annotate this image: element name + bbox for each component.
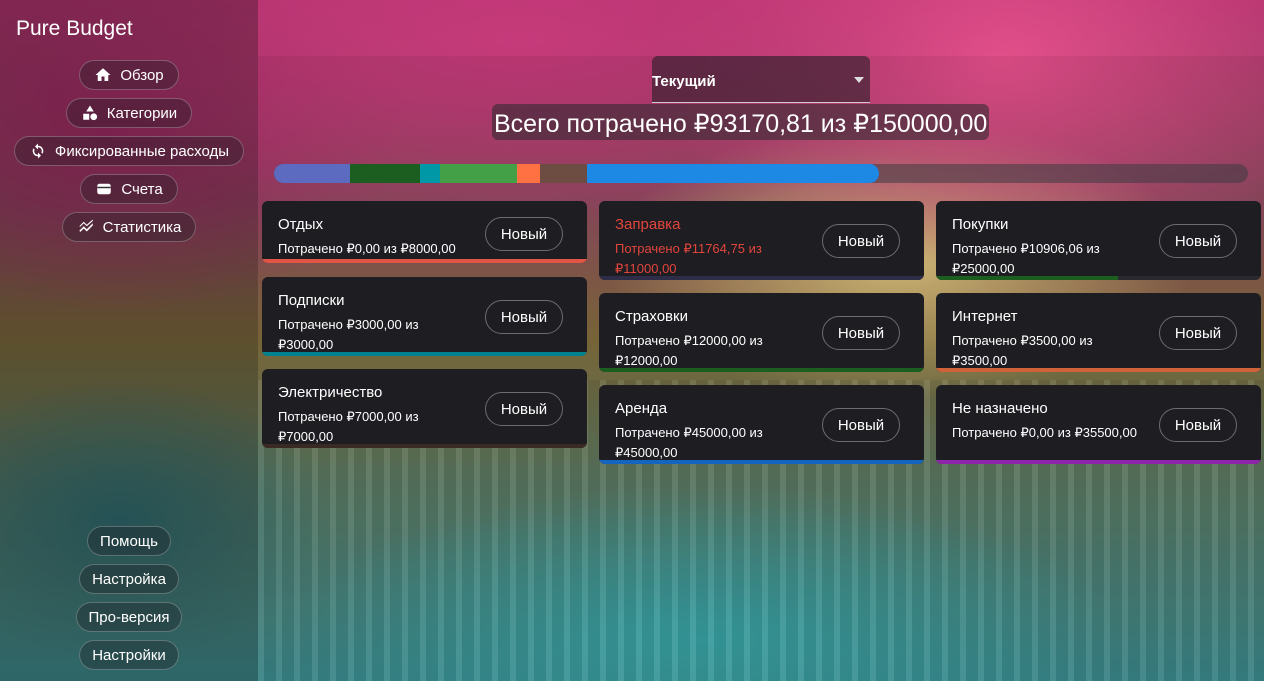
category-card-shopping[interactable]: Покупки Потрачено ₽10906,06 из ₽25000,00…: [936, 201, 1261, 280]
setup-button[interactable]: Настройка: [79, 564, 179, 594]
refresh-icon: [32, 143, 44, 159]
period-dropdown[interactable]: Текущий: [652, 56, 870, 103]
budget-bar-segment: [420, 164, 440, 183]
category-progress: [599, 276, 924, 280]
category-card-rent[interactable]: Аренда Потрачено ₽45000,00 из ₽45000,00 …: [599, 385, 924, 464]
category-progress-fill: [262, 352, 587, 356]
category-spent: Потрачено ₽12000,00 из ₽12000,00: [615, 333, 763, 368]
pro-version-button[interactable]: Про-версия: [75, 602, 183, 632]
settings-label: Настройки: [92, 646, 166, 664]
main-nav: Обзор Категории Фиксированные расходы Сч…: [0, 60, 258, 250]
new-expense-button[interactable]: Новый: [1159, 224, 1237, 258]
category-progress-fill: [936, 276, 1118, 280]
budget-bar-segment: [586, 164, 879, 183]
nav-statistics-button[interactable]: Статистика: [61, 212, 197, 242]
category-name: Электричество: [278, 384, 383, 401]
category-progress-fill: [936, 368, 1261, 372]
nav-statistics-label: Статистика: [102, 218, 182, 236]
new-expense-button[interactable]: Новый: [1159, 316, 1237, 350]
budget-bar-segment: [274, 164, 350, 183]
category-spent: Потрачено ₽0,00 из ₽35500,00: [952, 425, 1137, 440]
sidebar: Pure Budget Обзор Категории Фиксированны…: [0, 0, 258, 681]
category-progress: [599, 460, 924, 464]
total-spent-summary: Всего потрачено ₽93170,81 из ₽150000,00: [492, 104, 990, 140]
home-icon: [95, 68, 111, 81]
period-dropdown-value: Текущий: [652, 73, 716, 90]
help-button[interactable]: Помощь: [87, 526, 171, 556]
category-card-unassigned[interactable]: Не назначено Потрачено ₽0,00 из ₽35500,0…: [936, 385, 1261, 464]
main-panel: Текущий Всего потрачено ₽93170,81 из ₽15…: [258, 56, 1264, 681]
category-name: Интернет: [952, 308, 1018, 325]
wallet-icon: [97, 183, 112, 195]
category-spent: Потрачено ₽10906,06 из ₽25000,00: [952, 241, 1100, 276]
new-expense-button[interactable]: Новый: [1159, 408, 1237, 442]
shapes-icon: [83, 105, 97, 121]
new-expense-button[interactable]: Новый: [485, 217, 563, 251]
app-title: Pure Budget: [16, 17, 133, 40]
new-expense-button[interactable]: Новый: [822, 408, 900, 442]
category-progress: [936, 460, 1261, 464]
category-spent: Потрачено ₽3000,00 из ₽3000,00: [278, 317, 419, 352]
category-progress-fill: [599, 460, 924, 464]
budget-bar-segment: [517, 164, 540, 183]
pro-version-label: Про-версия: [88, 608, 170, 626]
nav-fixed-expenses-button[interactable]: Фиксированные расходы: [13, 136, 245, 166]
chart-icon: [78, 219, 93, 232]
category-progress-fill: [599, 368, 924, 372]
category-name: Аренда: [615, 400, 668, 417]
nav-accounts-label: Счета: [121, 180, 163, 198]
nav-overview-label: Обзор: [120, 66, 164, 84]
category-name: Заправка: [615, 216, 681, 233]
setup-label: Настройка: [92, 570, 166, 588]
bottom-nav: Помощь Настройка Про-версия Настройки: [0, 526, 258, 678]
category-card-rest[interactable]: Отдых Потрачено ₽0,00 из ₽8000,00 Новый: [262, 201, 587, 263]
category-progress-fill: [936, 460, 1261, 464]
category-card-subscriptions[interactable]: Подписки Потрачено ₽3000,00 из ₽3000,00 …: [262, 277, 587, 356]
category-name: Не назначено: [952, 400, 1048, 417]
category-progress: [936, 276, 1261, 280]
new-expense-button[interactable]: Новый: [822, 224, 900, 258]
budget-bar-segment: [439, 164, 518, 183]
chevron-down-icon: [854, 77, 864, 83]
category-card-internet[interactable]: Интернет Потрачено ₽3500,00 из ₽3500,00 …: [936, 293, 1261, 372]
category-progress-fill: [599, 276, 924, 280]
category-card-electricity[interactable]: Электричество Потрачено ₽7000,00 из ₽700…: [262, 369, 587, 448]
nav-accounts-button[interactable]: Счета: [80, 174, 178, 204]
new-expense-button[interactable]: Новый: [485, 392, 563, 426]
category-progress: [262, 444, 587, 448]
category-name: Подписки: [278, 292, 345, 309]
nav-categories-label: Категории: [106, 104, 178, 122]
category-progress: [262, 259, 587, 263]
category-name: Отдых: [278, 216, 324, 233]
nav-overview-button[interactable]: Обзор: [79, 60, 179, 90]
budget-progress-bar: [274, 164, 1248, 183]
nav-fixed-expenses-label: Фиксированные расходы: [54, 142, 230, 160]
category-progress: [262, 352, 587, 356]
category-progress-fill: [262, 444, 587, 448]
category-spent: Потрачено ₽11764,75 из ₽11000,00: [615, 241, 762, 276]
category-spent: Потрачено ₽3500,00 из ₽3500,00: [952, 333, 1093, 368]
category-progress: [936, 368, 1261, 372]
category-spent: Потрачено ₽0,00 из ₽8000,00: [278, 241, 456, 256]
category-card-insurance[interactable]: Страховки Потрачено ₽12000,00 из ₽12000,…: [599, 293, 924, 372]
new-expense-button[interactable]: Новый: [822, 316, 900, 350]
category-name: Покупки: [952, 216, 1009, 233]
category-progress: [599, 368, 924, 372]
category-name: Страховки: [615, 308, 688, 325]
help-label: Помощь: [100, 532, 158, 550]
category-spent: Потрачено ₽45000,00 из ₽45000,00: [615, 425, 763, 460]
category-progress-fill: [262, 259, 587, 263]
budget-bar-segment: [539, 164, 587, 183]
budget-bar-segment: [349, 164, 421, 183]
settings-button[interactable]: Настройки: [79, 640, 179, 670]
new-expense-button[interactable]: Новый: [485, 300, 563, 334]
category-spent: Потрачено ₽7000,00 из ₽7000,00: [278, 409, 419, 444]
category-card-fuel[interactable]: Заправка Потрачено ₽11764,75 из ₽11000,0…: [599, 201, 924, 280]
nav-categories-button[interactable]: Категории: [65, 98, 193, 128]
